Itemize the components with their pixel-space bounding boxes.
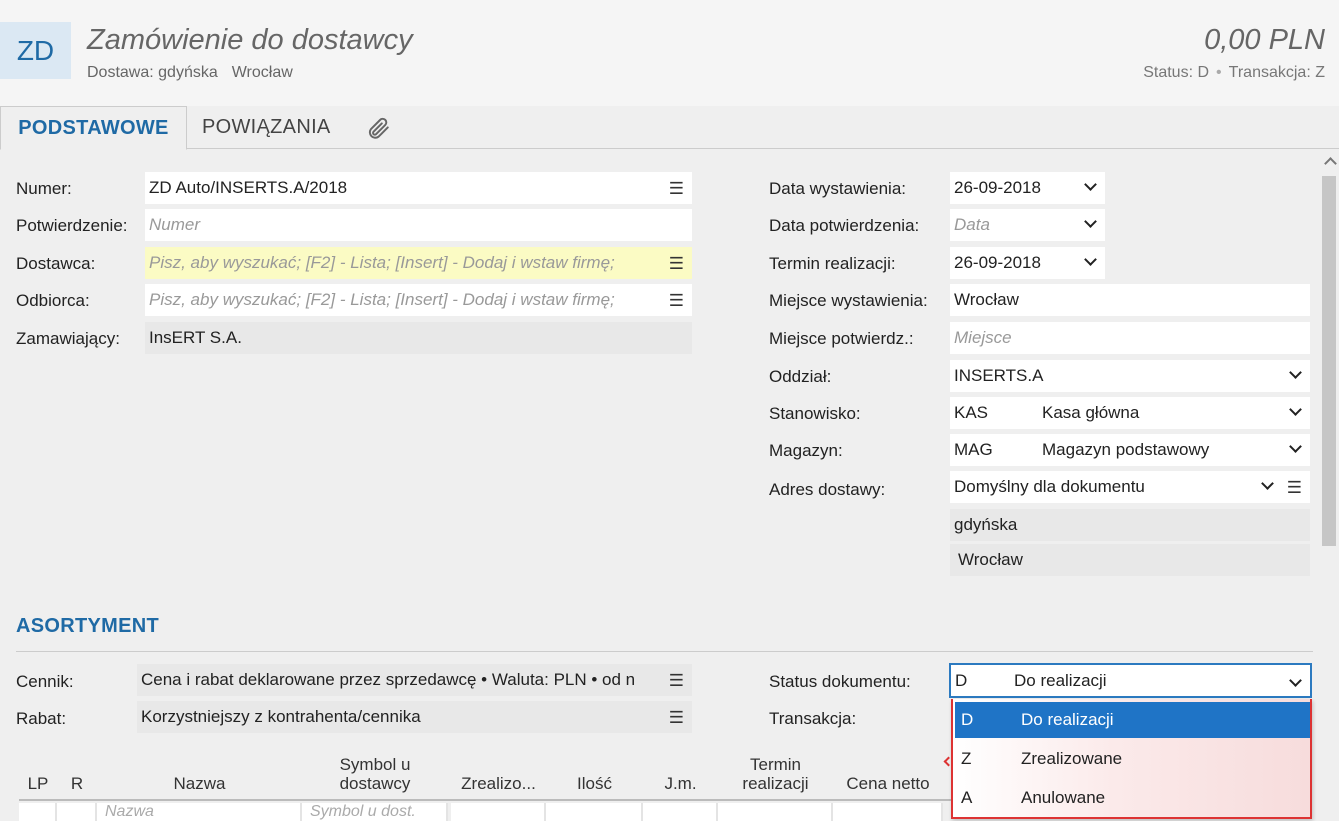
chevron-down-icon[interactable] — [1288, 403, 1302, 417]
zamawiajacy-field: InsERT S.A. — [145, 322, 692, 354]
delivery-city: Wrocław — [231, 64, 293, 81]
rabat-field[interactable]: Korzystniejszy z kontrahenta/cennika ☰ — [137, 701, 692, 733]
document-title: Zamówienie do dostawcy — [87, 24, 413, 56]
menu-icon[interactable]: ☰ — [669, 671, 684, 691]
status-dokumentu-select[interactable]: D Do realizacji — [949, 663, 1312, 698]
menu-icon[interactable]: ☰ — [1287, 478, 1302, 498]
scroll-up-arrow-icon[interactable] — [1323, 154, 1337, 168]
cell-symbol[interactable]: Symbol u dost. — [302, 803, 448, 821]
column-header-symbol[interactable]: Symbol u dostawcy — [302, 752, 448, 801]
cell-nazwa[interactable]: Nazwa — [97, 803, 302, 821]
potwierdzenie-field[interactable]: Numer — [145, 209, 692, 241]
document-subtitle: Dostawa: gdyńska Wrocław — [87, 64, 293, 82]
dostawca-field[interactable]: Pisz, aby wyszukać; [F2] - Lista; [Inser… — [145, 247, 692, 279]
cell-r[interactable] — [57, 803, 97, 821]
data-potwierdzenia-label: Data potwierdzenia: — [769, 216, 920, 235]
delivery-street: Dostawa: gdyńska — [87, 64, 218, 81]
miejsce-wystawienia-label: Miejsce wystawienia: — [769, 291, 928, 310]
menu-icon[interactable]: ☰ — [669, 708, 684, 728]
data-wystawienia-field[interactable]: 26-09-2018 — [950, 172, 1105, 204]
chevron-down-icon[interactable] — [1260, 477, 1274, 491]
stanowisko-select[interactable]: KAS Kasa główna — [950, 397, 1310, 429]
zamawiajacy-label: Zamawiający: — [16, 329, 120, 348]
cennik-label: Cennik: — [16, 672, 74, 691]
magazyn-select[interactable]: MAG Magazyn podstawowy — [950, 434, 1310, 466]
numer-label: Numer: — [16, 179, 72, 198]
tab-podstawowe[interactable]: PODSTAWOWE — [0, 106, 187, 150]
document-status-summary: Status: D • Transakcja: Z — [1143, 64, 1325, 81]
cell-zrealizowano[interactable] — [451, 803, 546, 821]
column-header-termin[interactable]: Termin realizacji — [718, 752, 833, 801]
oddzial-select[interactable]: INSERTS.A — [950, 360, 1310, 392]
section-divider — [16, 651, 1313, 652]
menu-icon[interactable]: ☰ — [669, 254, 684, 274]
column-header-ilosc[interactable]: Ilość — [546, 752, 643, 801]
menu-icon[interactable]: ☰ — [669, 291, 684, 311]
transaction-label: Transakcja: — [1228, 64, 1311, 81]
rabat-label: Rabat: — [16, 709, 67, 728]
cell-termin[interactable] — [718, 803, 833, 821]
column-header-cena-netto[interactable]: Cena netto — [833, 752, 943, 801]
status-option-d[interactable]: D Do realizacji — [955, 702, 1310, 738]
items-table-header: LP R Nazwa Symbol u dostawcy Zrealizo...… — [19, 752, 954, 801]
chevron-down-icon[interactable] — [1288, 366, 1302, 380]
magazyn-label: Magazyn: — [769, 441, 843, 460]
column-header-zrealizowano[interactable]: Zrealizo... — [451, 752, 546, 801]
chevron-down-icon[interactable] — [1288, 674, 1302, 688]
numer-field[interactable]: ZD Auto/INSERTS.A/2018 ☰ — [145, 172, 692, 204]
menu-icon[interactable]: ☰ — [669, 179, 684, 199]
chevron-down-icon[interactable] — [1288, 440, 1302, 454]
transakcja-label: Transakcja: — [769, 709, 857, 728]
tab-attachments[interactable] — [365, 106, 391, 149]
status-value: D — [1197, 64, 1210, 81]
table-new-row[interactable]: Nazwa Symbol u dost. — [19, 803, 954, 821]
paperclip-icon — [368, 117, 389, 139]
tab-bar: PODSTAWOWE POWIĄZANIA — [0, 106, 1339, 150]
section-title-asortyment: ASORTYMENT — [16, 615, 159, 637]
adres-line-street: gdyńska — [950, 509, 1310, 541]
data-potwierdzenia-field[interactable]: Data — [950, 209, 1105, 241]
dostawca-label: Dostawca: — [16, 254, 96, 273]
document-type-badge: ZD — [0, 22, 71, 79]
adres-line-city: Wrocław — [950, 544, 1310, 576]
cell-jm[interactable] — [643, 803, 718, 821]
column-header-jm[interactable]: J.m. — [643, 752, 718, 801]
column-header-nazwa[interactable]: Nazwa — [97, 752, 302, 801]
document-amount: 0,00 PLN — [1204, 24, 1325, 56]
status-option-z[interactable]: Z Zrealizowane — [955, 741, 1310, 777]
adres-dostawy-label: Adres dostawy: — [769, 480, 886, 499]
miejsce-potwierdz-label: Miejsce potwierdz.: — [769, 329, 914, 348]
miejsce-potwierdz-field[interactable]: Miejsce — [950, 322, 1310, 354]
cell-cena-netto[interactable] — [833, 803, 943, 821]
data-wystawienia-label: Data wystawienia: — [769, 179, 907, 198]
transaction-value: Z — [1315, 64, 1325, 81]
scrollbar-thumb[interactable] — [1322, 176, 1336, 546]
chevron-down-icon[interactable] — [1083, 215, 1097, 229]
status-dropdown-list: D Do realizacji Z Zrealizowane A Anulowane — [951, 699, 1312, 819]
cell-ilosc[interactable] — [546, 803, 643, 821]
termin-realizacji-field[interactable]: 26-09-2018 — [950, 247, 1105, 279]
tab-powiazania[interactable]: POWIĄZANIA — [202, 106, 331, 149]
status-option-a[interactable]: A Anulowane — [955, 780, 1310, 816]
miejsce-wystawienia-field[interactable]: Wrocław — [950, 284, 1310, 316]
oddzial-label: Oddział: — [769, 367, 832, 386]
document-header: ZD Zamówienie do dostawcy Dostawa: gdyńs… — [0, 0, 1339, 106]
chevron-down-icon[interactable] — [1083, 178, 1097, 192]
cennik-field[interactable]: Cena i rabat deklarowane przez sprzedawc… — [137, 664, 692, 696]
chevron-down-icon[interactable] — [1083, 253, 1097, 267]
odbiorca-label: Odbiorca: — [16, 291, 90, 310]
column-header-r[interactable]: R — [57, 752, 97, 801]
status-label: Status: — [1143, 64, 1194, 81]
stanowisko-label: Stanowisko: — [769, 404, 861, 423]
column-header-lp[interactable]: LP — [19, 752, 57, 801]
cell-lp[interactable] — [19, 803, 57, 821]
status-dokumentu-label: Status dokumentu: — [769, 672, 911, 691]
adres-dostawy-select[interactable]: Domyślny dla dokumentu ☰ — [950, 471, 1310, 503]
termin-realizacji-label: Termin realizacji: — [769, 254, 896, 273]
potwierdzenie-label: Potwierdzenie: — [16, 216, 128, 235]
dropdown-pointer-icon — [943, 756, 951, 766]
odbiorca-field[interactable]: Pisz, aby wyszukać; [F2] - Lista; [Inser… — [145, 284, 692, 316]
